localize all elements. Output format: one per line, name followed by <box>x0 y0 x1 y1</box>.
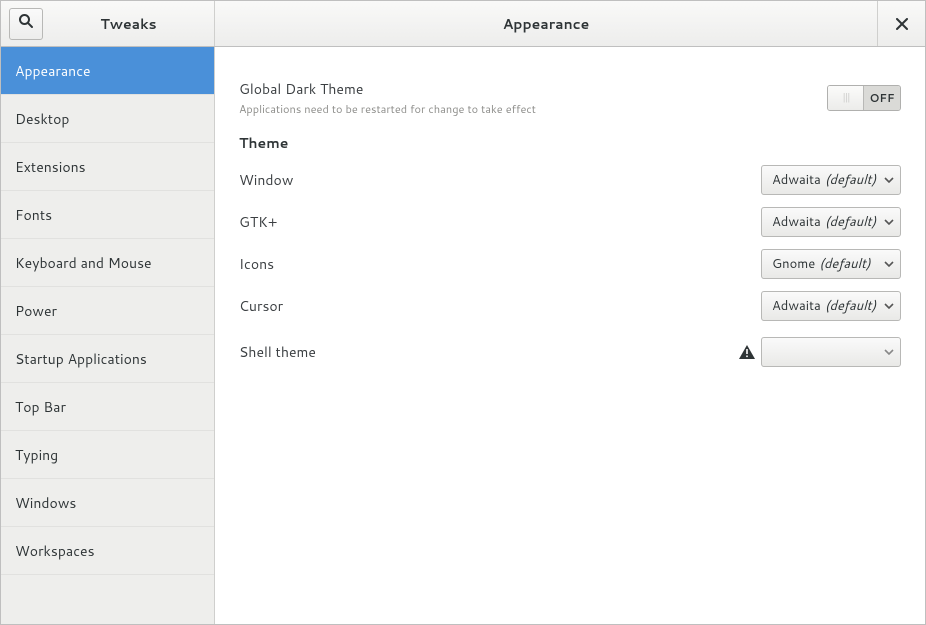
dropdown-suffix: (default) <box>825 171 876 189</box>
sidebar-item-extensions[interactable]: Extensions <box>1 143 214 191</box>
row-label: Cursor <box>239 296 283 316</box>
sidebar-item-label: Windows <box>15 493 76 513</box>
sidebar-item-label: Keyboard and Mouse <box>15 253 152 273</box>
chevron-down-icon <box>884 177 894 183</box>
sidebar-item-label: Appearance <box>15 61 91 81</box>
sidebar-item-fonts[interactable]: Fonts <box>1 191 214 239</box>
switch-thumb: ||| <box>828 86 864 110</box>
sidebar-item-label: Extensions <box>15 157 86 177</box>
shell-theme-dropdown[interactable] <box>761 337 901 367</box>
sidebar-item-desktop[interactable]: Desktop <box>1 95 214 143</box>
headerbar: Tweaks Appearance <box>1 1 925 47</box>
close-button[interactable] <box>877 1 925 46</box>
switch-state-label: OFF <box>864 86 900 110</box>
row-label: Shell theme <box>239 342 316 362</box>
cursor-theme-dropdown[interactable]: Adwaita (default) <box>761 291 901 321</box>
global-dark-desc: Applications need to be restarted for ch… <box>239 101 536 117</box>
dropdown-value: Adwaita <box>772 297 821 315</box>
sidebar: Appearance Desktop Extensions Fonts Keyb… <box>1 47 215 624</box>
dropdown-suffix: (default) <box>819 255 870 273</box>
row-window: Window Adwaita (default) <box>239 159 901 201</box>
dropdown-value: Adwaita <box>772 213 821 231</box>
sidebar-item-top-bar[interactable]: Top Bar <box>1 383 214 431</box>
sidebar-item-label: Power <box>15 301 57 321</box>
sidebar-item-label: Top Bar <box>15 397 66 417</box>
dropdown-suffix: (default) <box>825 297 876 315</box>
chevron-down-icon <box>884 261 894 267</box>
gtk-theme-dropdown[interactable]: Adwaita (default) <box>761 207 901 237</box>
dropdown-value: Adwaita <box>772 171 821 189</box>
row-label: Window <box>239 170 293 190</box>
sidebar-item-label: Typing <box>15 445 58 465</box>
row-icons: Icons Gnome (default) <box>239 243 901 285</box>
content-pane: Global Dark Theme Applications need to b… <box>215 47 925 624</box>
row-label: GTK+ <box>239 212 277 232</box>
icons-theme-dropdown[interactable]: Gnome (default) <box>761 249 901 279</box>
sidebar-item-label: Workspaces <box>15 541 95 561</box>
chevron-down-icon <box>884 349 894 355</box>
sidebar-item-appearance[interactable]: Appearance <box>1 47 214 95</box>
dropdown-value: Gnome <box>772 255 815 273</box>
chevron-down-icon <box>884 303 894 309</box>
row-label: Icons <box>239 254 274 274</box>
sidebar-item-workspaces[interactable]: Workspaces <box>1 527 214 575</box>
sidebar-item-power[interactable]: Power <box>1 287 214 335</box>
window-theme-dropdown[interactable]: Adwaita (default) <box>761 165 901 195</box>
global-dark-switch[interactable]: ||| OFF <box>827 85 901 111</box>
main-split: Appearance Desktop Extensions Fonts Keyb… <box>1 47 925 624</box>
shell-right <box>739 337 901 367</box>
chevron-down-icon <box>884 219 894 225</box>
headerbar-right <box>877 1 925 46</box>
row-global-dark: Global Dark Theme Applications need to b… <box>239 73 901 123</box>
row-gtk: GTK+ Adwaita (default) <box>239 201 901 243</box>
sidebar-item-windows[interactable]: Windows <box>1 479 214 527</box>
sidebar-item-typing[interactable]: Typing <box>1 431 214 479</box>
sidebar-item-keyboard-mouse[interactable]: Keyboard and Mouse <box>1 239 214 287</box>
page-title: Appearance <box>503 14 590 34</box>
theme-section-head: Theme <box>239 133 901 153</box>
search-icon <box>18 13 34 34</box>
global-dark-label: Global Dark Theme <box>239 79 536 99</box>
sidebar-item-label: Desktop <box>15 109 69 129</box>
sidebar-item-startup-apps[interactable]: Startup Applications <box>1 335 214 383</box>
sidebar-item-label: Startup Applications <box>15 349 147 369</box>
row-shell: Shell theme <box>239 331 901 373</box>
search-button[interactable] <box>9 8 43 40</box>
sidebar-item-label: Fonts <box>15 205 52 225</box>
headerbar-left: Tweaks <box>1 1 215 46</box>
close-icon <box>896 18 908 30</box>
headerbar-center: Appearance <box>215 1 877 46</box>
warning-icon <box>739 345 755 359</box>
row-cursor: Cursor Adwaita (default) <box>239 285 901 327</box>
app-title: Tweaks <box>51 14 206 34</box>
dropdown-suffix: (default) <box>825 213 876 231</box>
row-left: Global Dark Theme Applications need to b… <box>239 79 536 117</box>
